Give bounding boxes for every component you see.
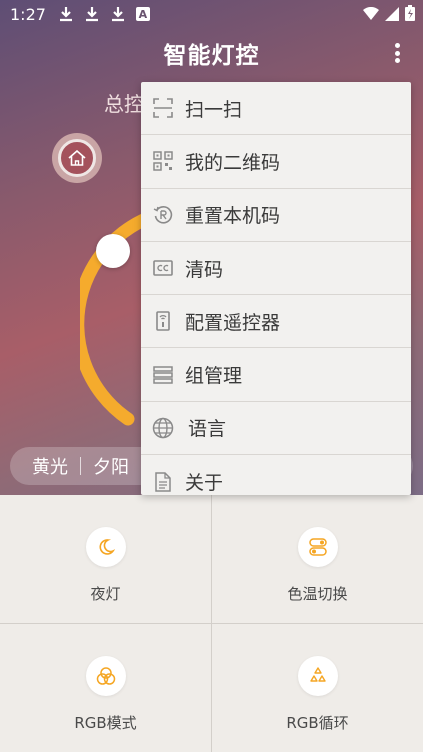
toggle-icon	[297, 527, 338, 567]
menu-item-config-remote[interactable]: 配置遥控器	[141, 295, 411, 349]
menu-item-label: 我的二维码	[185, 151, 281, 174]
menu-item-label: 扫一扫	[185, 98, 243, 121]
rgb-cycle-button[interactable]: RGB循环	[212, 624, 423, 752]
mode-item-sunset[interactable]: 夕阳	[93, 453, 129, 479]
mode-item-yellow[interactable]: 黄光	[32, 453, 68, 479]
menu-item-label: 重置本机码	[185, 205, 281, 228]
menu-item-label: 配置遥控器	[185, 311, 281, 334]
mode-separator	[80, 457, 81, 475]
grid-divider-horizontal	[0, 623, 423, 624]
menu-item-label: 清码	[185, 258, 224, 281]
reset-icon	[151, 203, 175, 227]
cc-icon	[151, 256, 175, 280]
app-title: 智能灯控	[163, 43, 260, 69]
home-icon	[58, 139, 96, 177]
status-time: 1:27	[10, 4, 46, 24]
night-light-label: 夜灯	[90, 585, 121, 603]
download-icon	[84, 6, 100, 22]
menu-item-label: 关于	[185, 472, 224, 495]
scan-icon	[151, 96, 175, 120]
menu-item-about[interactable]: 关于	[141, 455, 411, 495]
menu-item-reset-code[interactable]: 重置本机码	[141, 189, 411, 242]
color-temp-switch-button[interactable]: 色温切换	[212, 495, 423, 623]
menu-item-scan[interactable]: 扫一扫	[141, 82, 411, 136]
menu-item-language[interactable]: 语言	[141, 402, 411, 456]
brightness-knob[interactable]	[96, 234, 130, 268]
menu-item-label: 语言	[188, 418, 227, 441]
recycle-icon	[297, 656, 338, 696]
a-badge-icon: A	[135, 7, 150, 21]
remote-icon	[151, 309, 175, 333]
rgb-mode-button[interactable]: RGB模式	[0, 624, 211, 752]
download-icon	[110, 6, 126, 22]
menu-item-group-management[interactable]: 组管理	[141, 348, 411, 402]
night-light-button[interactable]: 夜灯	[0, 495, 211, 623]
moon-icon	[85, 527, 126, 567]
color-temp-switch-label: 色温切换	[287, 585, 348, 603]
menu-item-clear-code[interactable]: 清码	[141, 242, 411, 296]
options-menu: 扫一扫 我的二维码 重置本机码 清码 配置遥控器 组管理 语言 关于	[141, 82, 411, 495]
rgb-mode-label: RGB模式	[74, 714, 137, 732]
wifi-icon	[363, 6, 379, 25]
group-icon	[151, 363, 175, 387]
document-icon	[151, 470, 175, 494]
menu-item-label: 组管理	[185, 365, 243, 388]
home-button[interactable]	[52, 133, 102, 183]
status-bar: 1:27 A	[0, 0, 423, 28]
rgb-circles-icon	[85, 656, 126, 696]
download-icon	[58, 6, 74, 22]
menu-item-my-qr-code[interactable]: 我的二维码	[141, 135, 411, 189]
qr-code-icon	[151, 149, 175, 173]
rgb-cycle-label: RGB循环	[286, 714, 349, 732]
signal-icon	[385, 6, 399, 25]
globe-icon	[151, 416, 175, 440]
more-options-icon[interactable]	[387, 40, 407, 66]
battery-icon	[405, 5, 415, 25]
total-control-label: 总控	[104, 92, 144, 116]
